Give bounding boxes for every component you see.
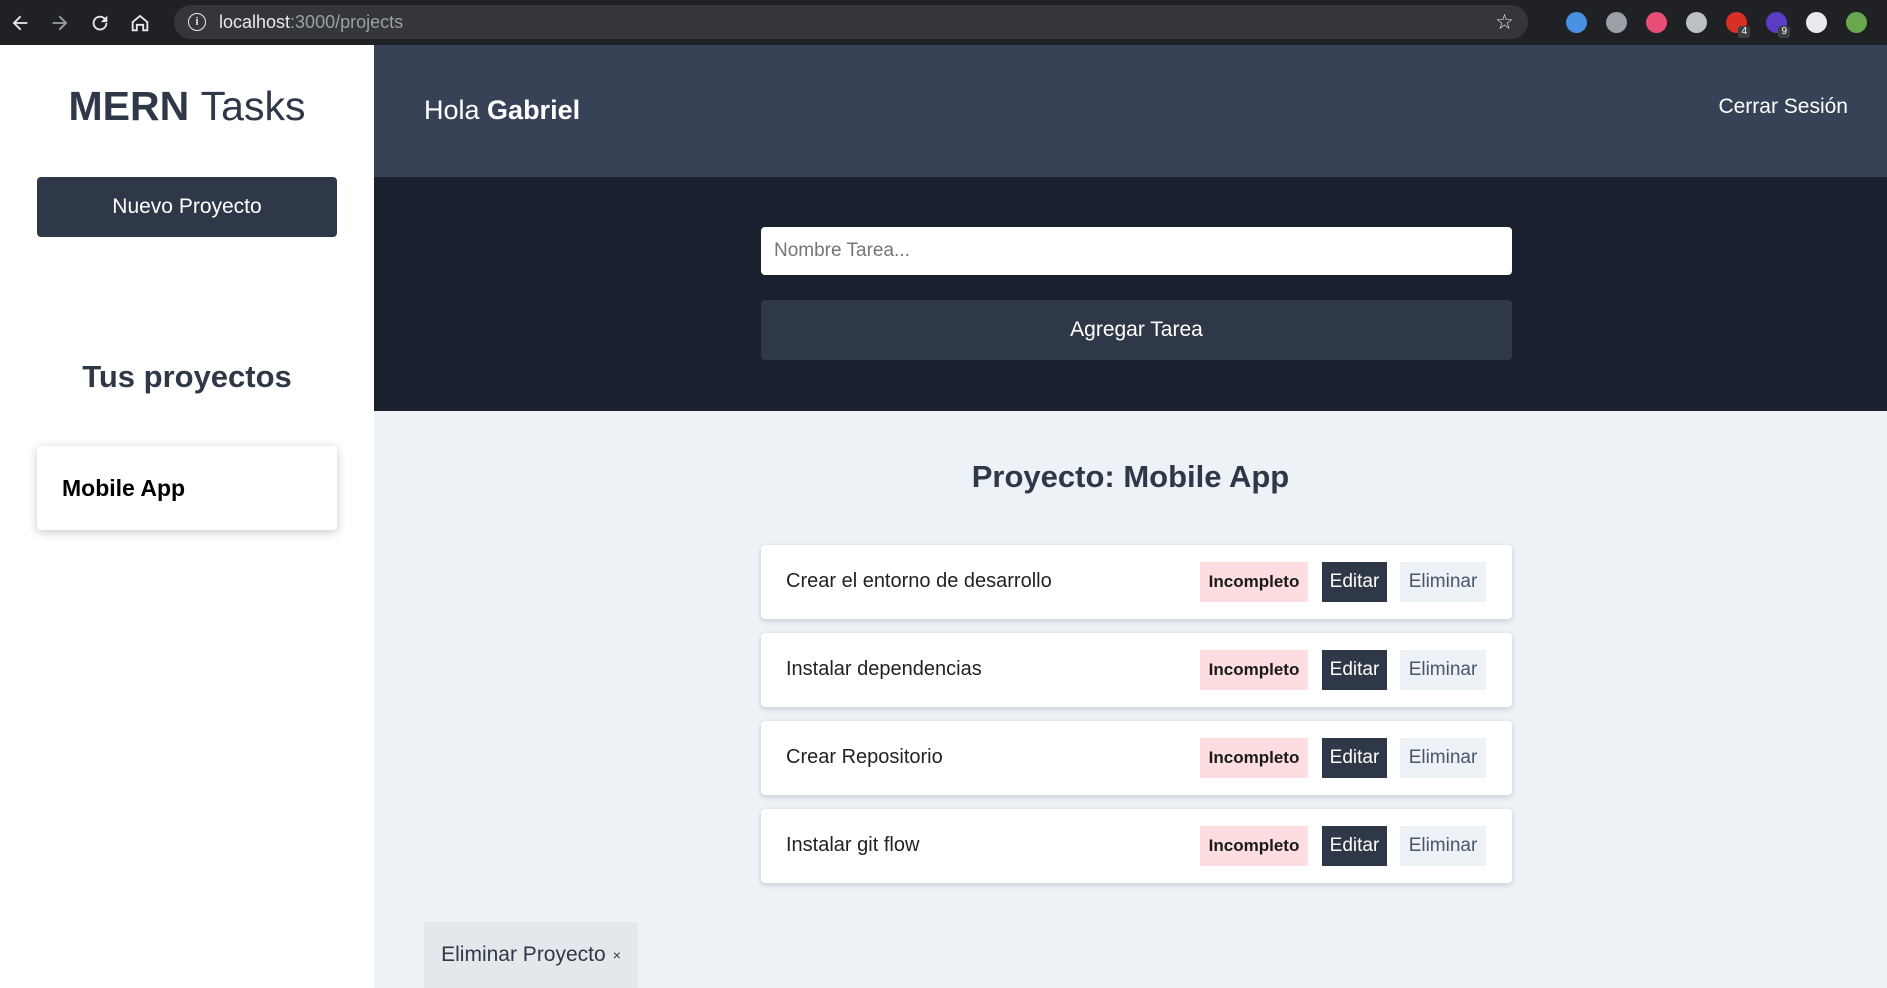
v-ext-icon[interactable] xyxy=(1676,0,1716,45)
url-path: :3000/projects xyxy=(290,11,404,32)
browser-toolbar: i localhost:3000/projects ☆ 49 xyxy=(0,0,1887,45)
status-badge[interactable]: Incompleto xyxy=(1200,738,1308,778)
project-item-mobile-app[interactable]: Mobile App xyxy=(37,446,337,530)
add-task-button[interactable]: Agregar Tarea xyxy=(761,300,1512,360)
status-badge[interactable]: Incompleto xyxy=(1200,650,1308,690)
home-icon[interactable] xyxy=(120,0,160,45)
task-name: Crear el entorno de desarrollo xyxy=(786,570,1052,592)
wave-ext-icon[interactable] xyxy=(1636,0,1676,45)
edit-task-button[interactable]: Editar xyxy=(1322,826,1387,866)
edit-task-button[interactable]: Editar xyxy=(1322,562,1387,602)
app-header: Hola Gabriel Cerrar Sesión xyxy=(374,45,1887,177)
task-name: Crear Repositorio xyxy=(786,746,943,768)
brand-light: Tasks xyxy=(200,83,306,129)
puzzle-ext-icon[interactable] xyxy=(1796,0,1836,45)
forward-arrow-icon[interactable] xyxy=(40,0,80,45)
task-name: Instalar dependencias xyxy=(786,658,982,680)
extension-badge: 4 xyxy=(1738,26,1750,38)
profile-ext-icon-glyph xyxy=(1565,12,1587,33)
extension-badge: 9 xyxy=(1778,26,1790,38)
sidebar: MERN Tasks Nuevo Proyecto Tus proyectos … xyxy=(0,45,374,988)
avatar-icon-glyph xyxy=(1845,12,1867,33)
v-ext-icon-glyph xyxy=(1685,12,1707,33)
task-list: Crear el entorno de desarrollo Incompleto… xyxy=(761,545,1512,897)
task-content: Proyecto: Mobile App Crear el entorno de… xyxy=(374,411,1887,988)
projects-heading: Tus proyectos xyxy=(82,359,292,394)
new-project-button[interactable]: Nuevo Proyecto xyxy=(37,177,337,237)
status-badge[interactable]: Incompleto xyxy=(1200,826,1308,866)
user-name: Gabriel xyxy=(487,95,581,125)
url-text: localhost:3000/projects xyxy=(219,12,403,33)
edit-task-button[interactable]: Editar xyxy=(1322,738,1387,778)
address-bar[interactable]: i localhost:3000/projects ☆ xyxy=(174,5,1528,39)
task-form: Agregar Tarea xyxy=(374,177,1887,411)
task-name: Instalar git flow xyxy=(786,834,920,856)
delete-project-label: Eliminar Proyecto xyxy=(441,943,606,966)
avatar-icon[interactable] xyxy=(1836,0,1876,45)
delete-task-button[interactable]: Eliminar xyxy=(1400,826,1486,866)
brand-bold: MERN xyxy=(68,83,190,129)
close-icon: × xyxy=(612,947,621,963)
back-arrow-icon[interactable] xyxy=(0,0,40,45)
status-badge[interactable]: Incompleto xyxy=(1200,562,1308,602)
task-name-input[interactable] xyxy=(761,227,1512,275)
project-title: Proyecto: Mobile App xyxy=(971,459,1290,494)
reload-icon[interactable] xyxy=(80,0,120,45)
bookmark-star-icon[interactable]: ☆ xyxy=(1495,10,1514,35)
c-ext-icon-glyph xyxy=(1605,12,1627,33)
greeting: Hola Gabriel xyxy=(424,95,580,126)
site-info-icon[interactable]: i xyxy=(188,13,206,31)
wave-ext-icon-glyph xyxy=(1645,12,1667,33)
task-row: Crear Repositorio Incompleto Editar Elimina… xyxy=(761,721,1512,795)
edit-task-button[interactable]: Editar xyxy=(1322,650,1387,690)
puzzle-ext-icon-glyph xyxy=(1805,12,1827,33)
delete-project-button[interactable]: Eliminar Proyecto × xyxy=(424,922,638,988)
task-row: Instalar git flow Incompleto Editar Elimina… xyxy=(761,809,1512,883)
greeting-prefix: Hola xyxy=(424,95,480,125)
profile-ext-icon[interactable] xyxy=(1556,0,1596,45)
task-row: Crear el entorno de desarrollo Incompleto… xyxy=(761,545,1512,619)
hex-ext-icon[interactable]: 9 xyxy=(1756,0,1796,45)
delete-task-button[interactable]: Eliminar xyxy=(1400,738,1486,778)
task-row: Instalar dependencias Incompleto Editar Eli… xyxy=(761,633,1512,707)
logout-button[interactable]: Cerrar Sesión xyxy=(1718,95,1848,119)
calendar-ext-icon[interactable]: 4 xyxy=(1716,0,1756,45)
c-ext-icon[interactable] xyxy=(1596,0,1636,45)
url-host: localhost xyxy=(219,11,291,32)
delete-task-button[interactable]: Eliminar xyxy=(1400,650,1486,690)
delete-task-button[interactable]: Eliminar xyxy=(1400,562,1486,602)
app-logo: MERN Tasks xyxy=(0,83,374,130)
extensions-area: 49 xyxy=(1556,0,1876,45)
